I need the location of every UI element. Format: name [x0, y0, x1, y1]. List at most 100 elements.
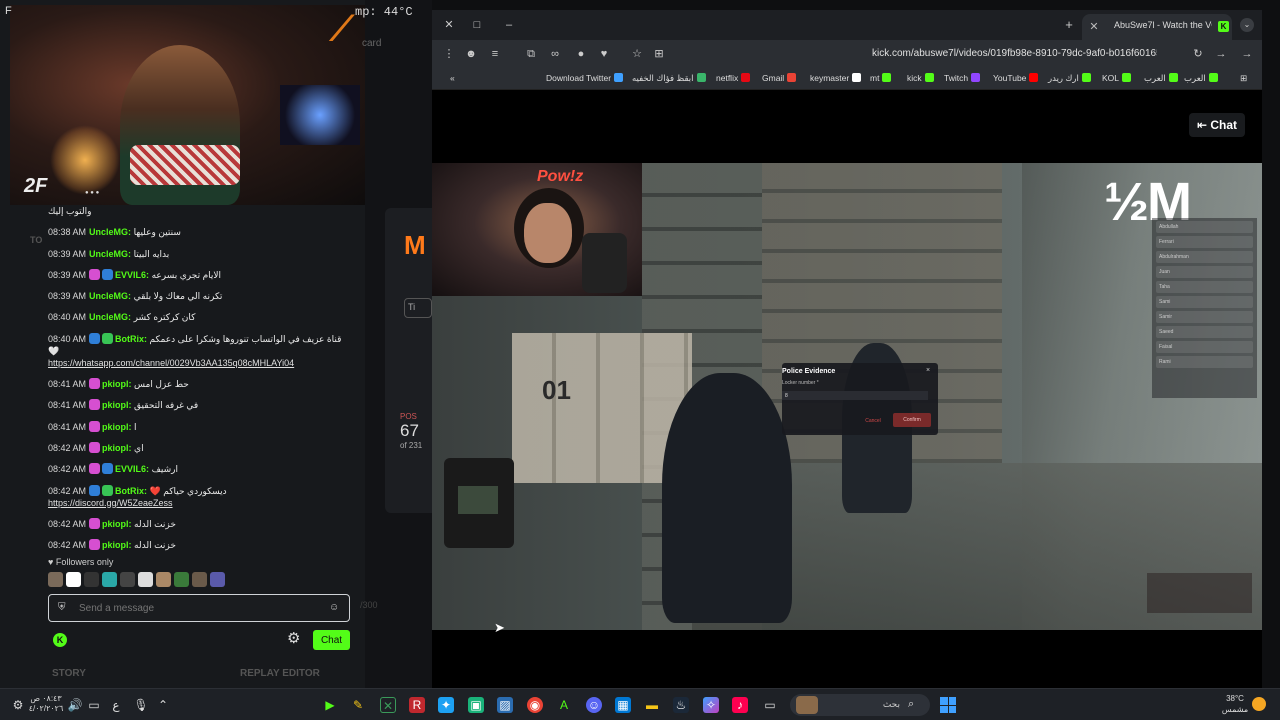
bookmark-item[interactable]: Twitch	[944, 73, 981, 85]
gear-icon[interactable]: ⚙	[287, 631, 303, 647]
windows-start-icon[interactable]	[940, 697, 956, 713]
username[interactable]: pkiopl:	[102, 400, 132, 410]
star-icon[interactable]: ☆	[630, 47, 644, 61]
username[interactable]: pkiopl:	[102, 379, 132, 389]
address-bar[interactable]: kick.com/abuswe7l/videos/019fb98e-8910-7…	[872, 48, 1157, 62]
chat-input[interactable]	[79, 600, 319, 617]
bookmark-item[interactable]: netflix	[716, 73, 751, 85]
store-app-icon[interactable]: ▦	[615, 697, 631, 713]
emote-icon[interactable]	[138, 572, 153, 587]
tray-expand-icon[interactable]: ⌃	[155, 697, 171, 713]
message-link[interactable]: https://whatsapp.com/channel/0029Vb3AA13…	[48, 358, 294, 368]
minimize-icon[interactable]: –	[502, 18, 516, 32]
bookmark-item[interactable]: ارك ريدر	[1048, 73, 1091, 85]
clock[interactable]: ٠٨:٤٣ ص ٤/٠٢/٢٠٢٦	[28, 694, 64, 716]
emote-icon[interactable]	[84, 572, 99, 587]
steam-app-icon[interactable]: ♨	[673, 697, 689, 713]
language-indicator[interactable]: ع	[108, 697, 124, 713]
maximize-icon[interactable]: □	[470, 18, 484, 32]
close-tab-icon[interactable]: ✕	[1088, 20, 1100, 33]
apps-grid-icon[interactable]: ⊞	[1240, 73, 1247, 85]
username[interactable]: EVVIL6:	[115, 270, 149, 280]
bookmark-favicon-icon	[741, 73, 751, 82]
video-player[interactable]: 01 Pow!z ½M Abdullah Ferrari Abdulrahman Ju…	[432, 163, 1262, 630]
volume-icon[interactable]: 🔊	[67, 697, 83, 713]
bookmark-item[interactable]: mt	[870, 73, 892, 85]
bookmark-item[interactable]: YouTube	[993, 73, 1039, 85]
username[interactable]: pkiopl:	[102, 540, 132, 550]
username[interactable]: UncleMG:	[89, 227, 131, 237]
tiktok-app-icon[interactable]: ♪	[732, 697, 748, 713]
ublock-icon[interactable]: ●	[574, 47, 588, 61]
username[interactable]: UncleMG:	[89, 312, 131, 322]
weather-widget[interactable]: 38°C مشمس	[1215, 693, 1255, 717]
bookmark-favicon-icon	[614, 73, 624, 82]
photos-app-icon[interactable]: ▨	[497, 697, 513, 713]
back-icon[interactable]: →	[1240, 47, 1254, 61]
screen-app-icon[interactable]: ▣	[468, 697, 484, 713]
play-app-icon[interactable]: ▶	[322, 697, 338, 713]
bookmark-item[interactable]: العرب	[1184, 73, 1218, 85]
tab-search-icon[interactable]: ⌄	[1240, 18, 1254, 32]
rockstar-app-icon[interactable]: R	[409, 697, 425, 713]
emote-icon[interactable]	[192, 572, 207, 587]
folder-app-icon[interactable]: ▬	[644, 697, 660, 713]
confirm-button[interactable]: Confirm	[893, 413, 931, 427]
new-tab-button[interactable]: +	[1062, 18, 1076, 32]
forward-icon[interactable]: →	[1214, 47, 1228, 61]
locker-number-input[interactable]	[782, 391, 928, 400]
taskbar-search[interactable]: بحث ⌕	[790, 694, 930, 716]
bookmark-item[interactable]: kick	[907, 73, 934, 85]
bookmark-item[interactable]: العرب	[1144, 73, 1178, 85]
excel-app-icon[interactable]: ✕	[380, 697, 396, 713]
microphone-icon[interactable]: 🎙	[133, 697, 149, 713]
emote-icon[interactable]	[120, 572, 135, 587]
profile-icon[interactable]: ☻	[464, 47, 478, 61]
window-app-icon[interactable]: ▭	[762, 697, 778, 713]
settings-tray-icon[interactable]: ⚙	[10, 697, 26, 713]
close-window-icon[interactable]: ✕	[442, 18, 456, 32]
username[interactable]: pkiopl:	[102, 443, 132, 453]
twitter-app-icon[interactable]: ✦	[438, 697, 454, 713]
username[interactable]: BotRix:	[115, 334, 147, 344]
emote-icon[interactable]	[210, 572, 225, 587]
bookmark-item[interactable]: ابقظ فؤاك الخفيه	[632, 73, 706, 85]
emoji-icon[interactable]: ☺	[329, 602, 341, 614]
username[interactable]: UncleMG:	[89, 291, 131, 301]
username[interactable]: pkiopl:	[102, 519, 132, 529]
nvidia-app-icon[interactable]: A	[556, 697, 572, 713]
cancel-button[interactable]: Cancel	[862, 415, 884, 426]
emote-icon[interactable]	[156, 572, 171, 587]
bookmark-item[interactable]: keymaster	[810, 73, 862, 85]
emote-icon[interactable]	[102, 572, 117, 587]
bookmark-item[interactable]: Download Twitter	[546, 73, 624, 85]
bookmark-ext-icon[interactable]: ♥	[597, 47, 611, 61]
discord-app-icon[interactable]: ☺	[586, 697, 602, 713]
chat-toggle-button[interactable]: ⇤ Chat	[1189, 113, 1245, 137]
chat-send-button[interactable]: Chat	[313, 630, 350, 650]
glasses-icon[interactable]: ∞	[548, 47, 562, 61]
browser-tab[interactable]: ✕ AbuSwe7l - Watch the VOD K	[1082, 14, 1232, 40]
translate-icon[interactable]: ⊞	[652, 47, 666, 61]
username[interactable]: BotRix:	[115, 486, 147, 496]
bookmark-item[interactable]: KOL	[1102, 73, 1132, 85]
username[interactable]: UncleMG:	[89, 249, 131, 259]
tab-list-icon[interactable]: ≡	[488, 47, 502, 61]
chrome-app-icon[interactable]: ◉	[527, 697, 543, 713]
reload-icon[interactable]: ↻	[1191, 47, 1205, 61]
kick-icon[interactable]: K	[53, 633, 67, 647]
emote-icon[interactable]	[48, 572, 63, 587]
copilot-app-icon[interactable]: ✧	[703, 697, 719, 713]
network-icon[interactable]: ▭	[86, 697, 102, 713]
menu-icon[interactable]: ⋮	[442, 47, 456, 61]
extensions-icon[interactable]: ⧉	[524, 47, 538, 61]
pen-app-icon[interactable]: ✎	[350, 697, 366, 713]
emote-icon[interactable]	[174, 572, 189, 587]
username[interactable]: pkiopl:	[102, 422, 132, 432]
emote-icon[interactable]	[66, 572, 81, 587]
username[interactable]: EVVIL6:	[115, 464, 149, 474]
dialog-close-icon[interactable]: ×	[926, 367, 934, 375]
bookmark-item[interactable]: Gmail	[762, 73, 797, 85]
bookmarks-collapse-icon[interactable]: «	[450, 73, 455, 85]
message-link[interactable]: https://discord.gg/W5ZeaeZess	[48, 498, 173, 508]
